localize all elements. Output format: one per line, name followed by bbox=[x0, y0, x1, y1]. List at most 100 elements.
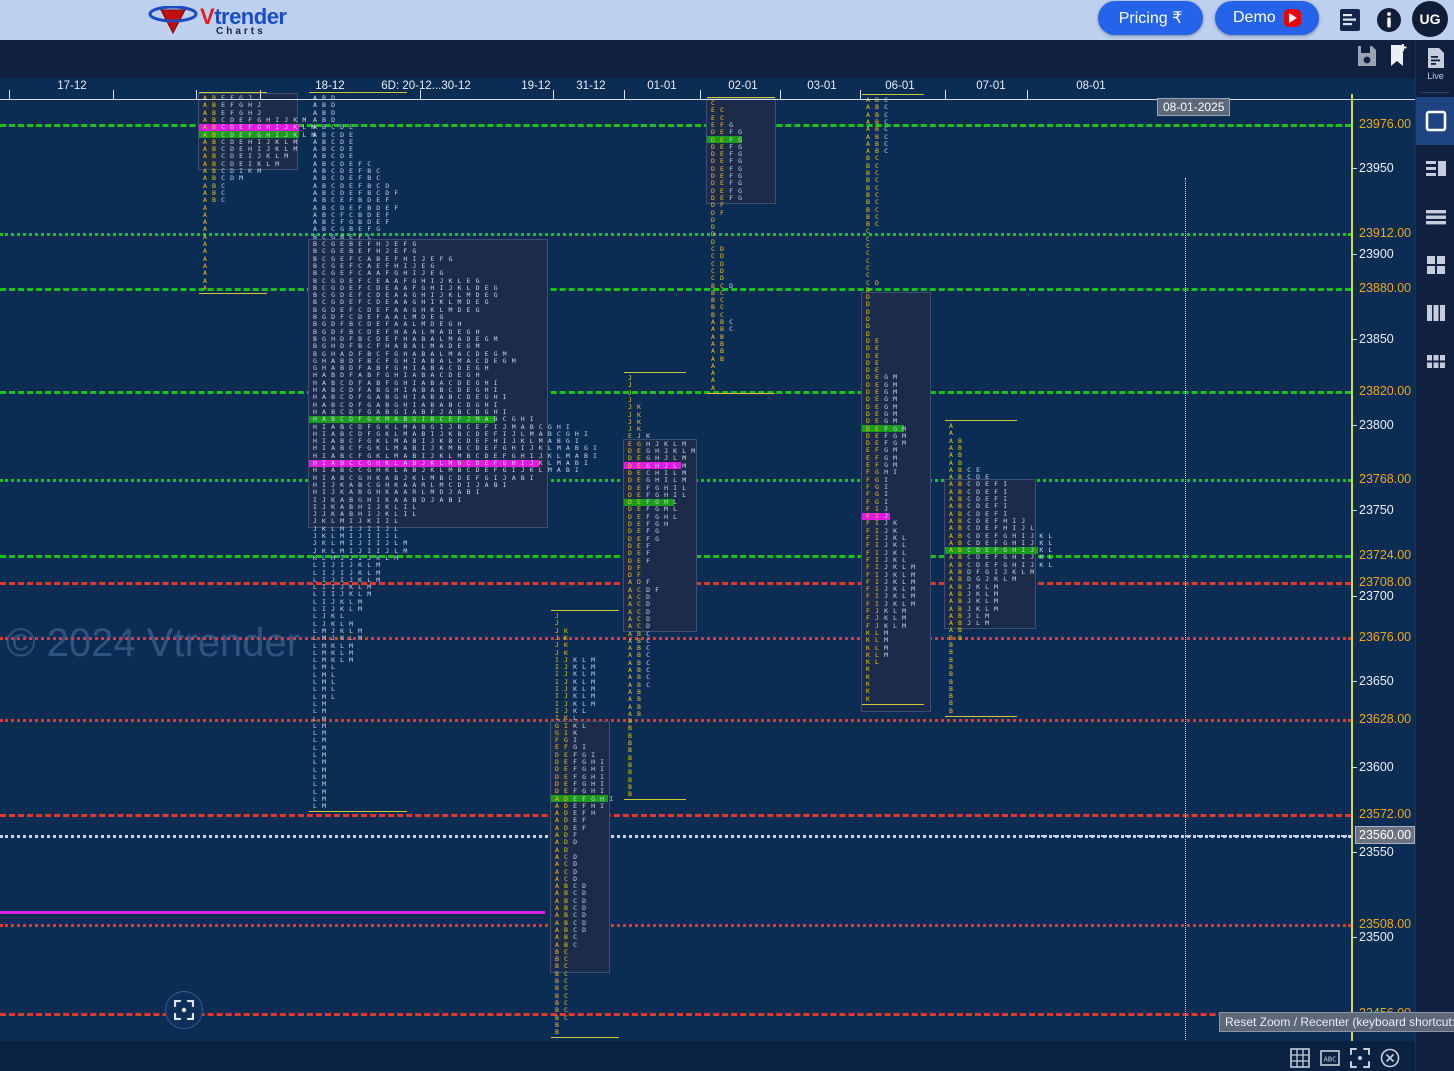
sidebar-item-rows-view[interactable] bbox=[1416, 193, 1454, 241]
price-label-minor: 23900 bbox=[1359, 246, 1394, 261]
info-icon[interactable] bbox=[1375, 6, 1403, 34]
square-outline-icon bbox=[1425, 110, 1446, 132]
grid-2x2-icon bbox=[1426, 256, 1445, 274]
split-panel-icon bbox=[1425, 161, 1446, 176]
notes-icon[interactable] bbox=[1337, 6, 1363, 34]
app-root: Vtrender Charts Pricing ₹ Demo UG Live ©… bbox=[0, 0, 1454, 1071]
date-axis-tick-mark bbox=[624, 90, 625, 100]
price-label-minor: 23750 bbox=[1359, 503, 1394, 518]
tpo-row: B bbox=[555, 1028, 560, 1037]
logo-letter-v: V bbox=[200, 4, 215, 29]
tpo-row: K bbox=[866, 694, 871, 703]
price-tick bbox=[1351, 681, 1357, 683]
save-icon[interactable] bbox=[1357, 45, 1377, 67]
youtube-play-icon bbox=[1283, 9, 1301, 27]
tpo-row: L M bbox=[313, 802, 327, 811]
svg-text:ABC: ABC bbox=[1324, 1055, 1337, 1063]
sidebar-item-split-view[interactable] bbox=[1416, 145, 1454, 193]
demo-button[interactable]: Demo bbox=[1215, 1, 1319, 35]
price-tick bbox=[1351, 168, 1357, 170]
tpo-row: A bbox=[203, 283, 208, 292]
value-area-boundary bbox=[624, 372, 686, 373]
sidebar-item-single-profile[interactable] bbox=[1416, 97, 1454, 145]
date-tick: 18-12 bbox=[315, 80, 345, 92]
sidebar-item-live-report[interactable]: Live bbox=[1416, 40, 1454, 88]
recenter-button[interactable] bbox=[165, 991, 203, 1029]
date-axis-tick-mark bbox=[860, 90, 861, 100]
close-icon[interactable] bbox=[1380, 1048, 1400, 1068]
price-label-current: 23560.00 bbox=[1355, 825, 1416, 844]
price-label-major: 23628.00 bbox=[1359, 711, 1412, 726]
date-axis-tick-mark bbox=[1027, 90, 1028, 100]
grid-3x2-icon bbox=[1426, 354, 1445, 368]
price-tick bbox=[1351, 339, 1357, 341]
price-tick bbox=[1351, 595, 1357, 597]
price-label-major: 23676.00 bbox=[1359, 629, 1412, 644]
price-tick bbox=[1351, 424, 1357, 426]
date-axis-tick-mark bbox=[780, 90, 781, 100]
price-label-minor: 23500 bbox=[1359, 930, 1394, 945]
pricing-button[interactable]: Pricing ₹ bbox=[1098, 1, 1203, 35]
price-tick bbox=[1351, 253, 1357, 255]
crosshair-icon bbox=[174, 1000, 194, 1020]
reference-line bbox=[0, 923, 1351, 927]
reference-line bbox=[0, 390, 1351, 394]
demo-button-label: Demo bbox=[1233, 9, 1276, 26]
date-axis-tick-mark bbox=[553, 90, 554, 100]
price-label-minor: 23600 bbox=[1359, 759, 1394, 774]
date-tick: 19-12 bbox=[521, 80, 551, 92]
abc-letters-toggle-icon[interactable]: ABC bbox=[1320, 1048, 1340, 1068]
price-label-minor: 23850 bbox=[1359, 332, 1394, 347]
value-area-boundary bbox=[309, 811, 407, 813]
market-profile-chart[interactable]: © 2024 Vtrender A B E F G J A B E F G H … bbox=[0, 78, 1415, 1041]
value-area-boundary bbox=[862, 703, 924, 705]
price-label-major: 23724.00 bbox=[1359, 547, 1412, 562]
columns-icon bbox=[1426, 305, 1445, 321]
value-area-boundary bbox=[624, 799, 686, 801]
price-label-major: 23768.00 bbox=[1359, 472, 1412, 487]
chart-toolbar-strip bbox=[0, 40, 1415, 78]
sidebar-item-grid-2x2-view[interactable] bbox=[1416, 241, 1454, 289]
grid-toggle-icon[interactable] bbox=[1290, 1047, 1310, 1068]
recenter-small-icon[interactable] bbox=[1350, 1047, 1370, 1068]
date-axis-tick-mark bbox=[945, 90, 946, 100]
date-tick: 01-01 bbox=[647, 80, 677, 92]
reference-line bbox=[0, 814, 1351, 818]
price-label-minor: 23650 bbox=[1359, 674, 1394, 689]
date-tick: 08-01 bbox=[1076, 80, 1106, 92]
date-tick: 17-12 bbox=[57, 80, 87, 92]
price-label-major: 23572.00 bbox=[1359, 807, 1412, 822]
vtrender-logo[interactable]: Vtrender Charts bbox=[148, 2, 287, 38]
user-avatar[interactable]: UG bbox=[1412, 1, 1448, 37]
value-area-boundary bbox=[945, 420, 1017, 421]
sidebar-item-live-label: Live bbox=[1427, 71, 1444, 81]
reset-zoom-tooltip: Reset Zoom / Recenter (keyboard shortcut… bbox=[1219, 1012, 1454, 1032]
date-axis-tick-mark bbox=[700, 90, 701, 100]
value-area-boundary bbox=[707, 392, 775, 394]
date-tick: 31-12 bbox=[576, 80, 606, 92]
price-label-major: 23976.00 bbox=[1359, 116, 1412, 131]
date-tick: 06-01 bbox=[885, 80, 915, 92]
top-header-bar: Vtrender Charts Pricing ₹ Demo UG bbox=[0, 0, 1454, 40]
sidebar-item-columns-view[interactable] bbox=[1416, 289, 1454, 337]
price-axis[interactable]: 23976.00 23912.00 23880.00 23820.00 23768.00… bbox=[1351, 78, 1416, 1041]
value-area-boundary bbox=[199, 292, 267, 294]
price-label-minor: 23700 bbox=[1359, 588, 1394, 603]
date-tick: 6D: 20-12...30-12 bbox=[381, 80, 471, 92]
sidebar-item-grid-3x2-view[interactable] bbox=[1416, 337, 1454, 385]
price-tick bbox=[1351, 937, 1357, 939]
rail-divider bbox=[1421, 92, 1449, 93]
report-document-icon bbox=[1427, 48, 1444, 68]
price-label-major: 23880.00 bbox=[1359, 281, 1412, 295]
rows-icon bbox=[1425, 210, 1446, 225]
date-axis-tick-mark bbox=[9, 90, 10, 100]
price-label-major: 23708.00 bbox=[1359, 574, 1412, 589]
watermark: © 2024 Vtrender bbox=[6, 621, 301, 665]
bottom-strip bbox=[0, 1041, 1415, 1071]
price-tick bbox=[1351, 510, 1357, 512]
date-tick: 07-01 bbox=[976, 80, 1006, 92]
bookmark-add-icon[interactable] bbox=[1390, 44, 1408, 68]
date-axis[interactable]: 17-12 18-12 19-12 6D: 20-12...30-12 31-12 01-… bbox=[0, 78, 1415, 100]
right-tool-rail: Live bbox=[1415, 40, 1454, 1071]
price-label-minor: 23950 bbox=[1359, 161, 1394, 176]
